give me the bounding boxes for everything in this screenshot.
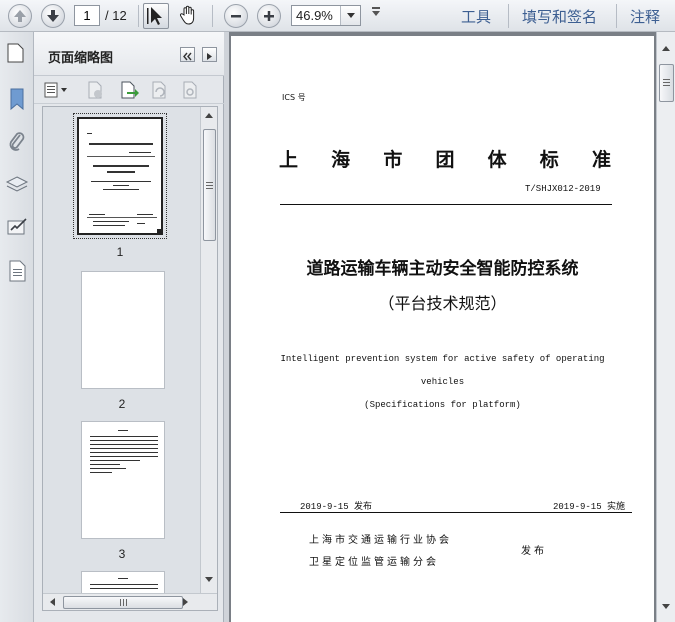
- footer-rule: [280, 512, 632, 513]
- zoom-select[interactable]: 46.9%: [291, 5, 361, 26]
- page-thumbnails-panel: 页面缩略图 1 2 3: [7, 32, 224, 622]
- main-toolbar: 1 / 12 46.9% 工具 填写和签名 注释: [0, 0, 675, 32]
- arrow-up-icon: [14, 10, 26, 22]
- bookmark-icon[interactable]: [5, 87, 29, 111]
- cursor-icon: [147, 7, 162, 25]
- title-char: 市: [383, 149, 403, 171]
- document-main-title: 道路运输车辆主动安全智能防控系统: [306, 259, 579, 279]
- options-menu-icon[interactable]: [44, 80, 67, 100]
- scroll-up-icon[interactable]: [205, 113, 213, 118]
- zoom-in-button[interactable]: [257, 4, 281, 28]
- scroll-right-icon[interactable]: [183, 598, 188, 606]
- page-total-label: / 12: [105, 8, 127, 23]
- thumbnail-tools: [34, 76, 224, 104]
- toolbar-divider: [138, 5, 139, 27]
- panel-title: 页面缩略图: [48, 51, 114, 66]
- panel-header: 页面缩略图: [7, 32, 224, 76]
- tools-menu[interactable]: 工具: [461, 6, 491, 27]
- zoom-value[interactable]: 46.9%: [292, 6, 340, 25]
- title-char: 标: [539, 149, 559, 171]
- toolbar-divider: [212, 5, 213, 27]
- pdf-reader-window: 1 / 12 46.9% 工具 填写和签名 注释 页面缩略图 1 2 3 ICS…: [0, 0, 675, 622]
- hand-icon: [179, 5, 195, 25]
- document-page: ICS 号 上 海 市 团 体 标 准 T/SHJX012-2019 道路运输车…: [231, 36, 654, 622]
- standard-code: T/SHJX012-2019: [525, 184, 601, 194]
- english-title-line-2: vehicles: [420, 377, 465, 387]
- header-rule: [280, 204, 612, 205]
- scroll-left-icon[interactable]: [50, 598, 55, 606]
- scroll-down-icon[interactable]: [662, 604, 670, 609]
- scroll-down-icon[interactable]: [205, 577, 213, 582]
- rotate-page-icon[interactable]: [149, 80, 169, 100]
- document-icon: [7, 43, 24, 63]
- extract-page-icon[interactable]: [180, 80, 200, 100]
- title-char: 团: [435, 149, 455, 171]
- grip-icon: [206, 182, 213, 189]
- title-char: 上: [279, 149, 299, 171]
- fill-and-sign-menu[interactable]: 填写和签名: [522, 6, 597, 27]
- panel-options-button[interactable]: [202, 47, 217, 62]
- page-icon[interactable]: [5, 259, 29, 283]
- next-page-button[interactable]: [41, 4, 65, 28]
- menu-divider: [508, 4, 509, 28]
- comment-menu[interactable]: 注释: [630, 6, 660, 27]
- implement-date: 2019-9-15 实施: [553, 502, 626, 512]
- organization-2: 卫星定位监管运输分会: [309, 557, 439, 568]
- thumbnail-horizontal-scrollbar[interactable]: [43, 593, 217, 610]
- scroll-thumb[interactable]: [63, 596, 183, 609]
- title-char: 体: [487, 149, 507, 171]
- issue-label: 发布: [521, 546, 547, 557]
- english-title-line-1: Intelligent prevention system for active…: [280, 354, 605, 364]
- document-view[interactable]: ICS 号 上 海 市 团 体 标 准 T/SHJX012-2019 道路运输车…: [229, 32, 675, 622]
- double-chevron-left-icon: [183, 52, 192, 61]
- scroll-thumb[interactable]: [203, 129, 216, 241]
- hand-tool-button[interactable]: [176, 3, 202, 29]
- scroll-thumb[interactable]: [659, 64, 674, 102]
- document-subtitle: （平台技术规范）: [378, 294, 507, 313]
- previous-page-button[interactable]: [8, 4, 32, 28]
- scroll-up-icon[interactable]: [662, 46, 670, 51]
- title-char: 准: [591, 149, 611, 171]
- zoom-out-button[interactable]: [224, 4, 248, 28]
- page-number-input[interactable]: 1: [74, 5, 100, 26]
- page-thumbnail-2[interactable]: [81, 271, 165, 389]
- paperclip-icon[interactable]: [5, 130, 29, 154]
- title-char: 海: [331, 149, 351, 171]
- navigation-strip: [0, 32, 34, 622]
- ics-label: ICS 号: [282, 93, 306, 102]
- signature-icon[interactable]: [5, 216, 29, 240]
- page-thumbnail-1[interactable]: [73, 113, 167, 239]
- thumbnail-label-1: 1: [116, 245, 124, 259]
- collapse-panel-button[interactable]: [180, 47, 195, 62]
- release-date: 2019-9-15 发布: [300, 502, 373, 512]
- minus-icon: [231, 15, 241, 18]
- page-thumbnail-3[interactable]: [81, 421, 165, 539]
- standard-title: 上 海 市 团 体 标 准: [279, 145, 611, 172]
- grip-icon: [663, 79, 670, 86]
- english-subtitle: (Specifications for platform): [364, 400, 521, 410]
- plus-icon: [264, 11, 274, 21]
- organization-1: 上海市交通运输行业协会: [309, 535, 452, 546]
- select-tool-button[interactable]: [143, 3, 169, 29]
- chevron-down-icon[interactable]: [340, 6, 360, 25]
- toolbar-more-icon[interactable]: [372, 7, 380, 16]
- chevron-right-icon: [207, 53, 212, 60]
- grip-icon: [120, 599, 127, 606]
- layers-icon[interactable]: [5, 173, 29, 197]
- delete-page-icon[interactable]: [85, 80, 105, 100]
- thumbnail-vertical-scrollbar[interactable]: [200, 107, 217, 597]
- insert-page-icon[interactable]: [118, 80, 139, 100]
- document-vertical-scrollbar[interactable]: [656, 32, 675, 622]
- menu-divider: [616, 4, 617, 28]
- arrow-down-icon: [47, 10, 59, 22]
- thumbnail-label-3: 3: [118, 547, 126, 561]
- thumbnail-label-2: 2: [118, 397, 126, 411]
- thumbnail-list[interactable]: 1 2 3: [42, 106, 218, 611]
